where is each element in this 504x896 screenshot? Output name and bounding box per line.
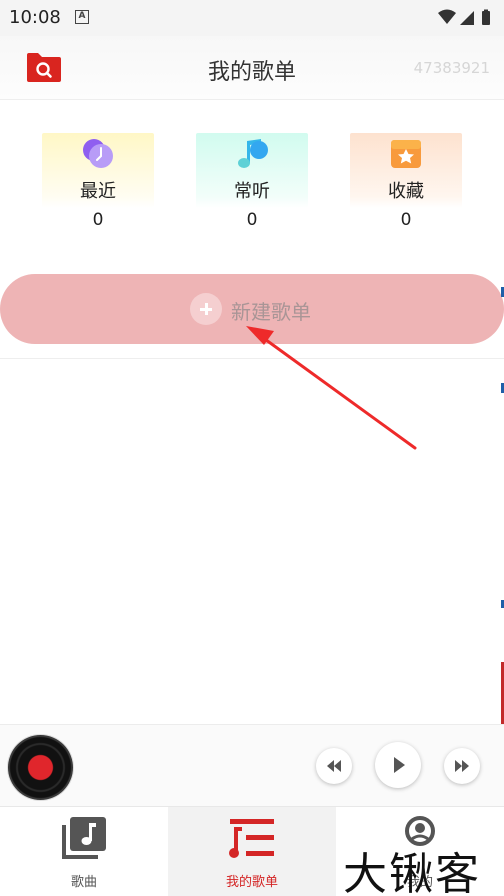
rewind-icon <box>327 760 341 772</box>
cell-signal-icon <box>460 11 474 25</box>
nav-my-playlist[interactable]: 我的歌单 <box>168 807 336 896</box>
app-screen: 10:08 A 我的歌单 47383921 最近 0 常听 0 收藏 0 新建歌… <box>0 0 504 896</box>
player-bar <box>0 724 504 806</box>
status-bar: 10:08 A <box>0 0 504 36</box>
next-button[interactable] <box>444 748 480 784</box>
music-library-icon <box>62 817 106 859</box>
card-collect-count: 0 <box>400 210 412 230</box>
vinyl-record-icon[interactable] <box>8 735 73 800</box>
card-collect-label: 收藏 <box>388 181 424 202</box>
play-icon <box>394 757 405 773</box>
wifi-icon <box>438 9 456 24</box>
new-playlist-button[interactable]: 新建歌单 <box>0 274 504 344</box>
card-collect[interactable]: 收藏 <box>350 133 462 208</box>
card-frequent-label: 常听 <box>234 181 270 202</box>
status-time: 10:08 <box>9 7 61 28</box>
previous-button[interactable] <box>316 748 352 784</box>
nav-songs[interactable]: 歌曲 <box>0 807 168 896</box>
notification-icon: A <box>75 10 89 24</box>
plus-icon <box>190 293 222 325</box>
battery-icon <box>482 11 490 25</box>
clock-icon <box>83 139 113 168</box>
star-box-icon <box>391 140 421 168</box>
nav-songs-label: 歌曲 <box>70 875 97 890</box>
playlist-icon <box>229 819 274 858</box>
app-header: 我的歌单 47383921 <box>0 36 504 100</box>
signal-battery-icons <box>438 9 490 25</box>
watermark-text: 大锹客 <box>343 849 481 896</box>
new-playlist-label: 新建歌单 <box>231 300 311 324</box>
music-note-icon <box>238 139 268 168</box>
fast-forward-icon <box>455 760 469 772</box>
card-frequent[interactable]: 常听 <box>196 133 308 208</box>
card-recent[interactable]: 最近 <box>42 133 154 208</box>
user-id: 47383921 <box>413 59 490 77</box>
divider <box>0 358 504 359</box>
nav-my-playlist-label: 我的歌单 <box>225 875 278 890</box>
card-recent-label: 最近 <box>80 181 116 202</box>
card-recent-count: 0 <box>92 210 104 230</box>
card-frequent-count: 0 <box>246 210 258 230</box>
play-button[interactable] <box>375 742 421 788</box>
